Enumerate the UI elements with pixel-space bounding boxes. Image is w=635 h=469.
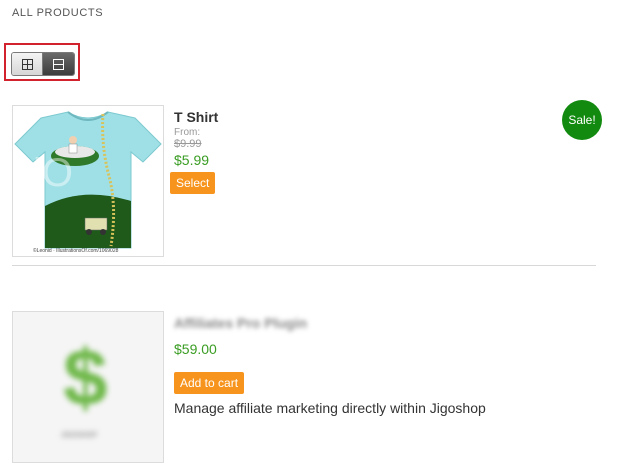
product-divider <box>12 265 596 266</box>
list-view-icon <box>53 58 64 70</box>
svg-text:iO: iO <box>33 151 73 195</box>
dollar-sign-icon: $ <box>63 333 108 422</box>
grid-view-button[interactable] <box>12 53 43 75</box>
view-toggle <box>11 52 75 76</box>
old-price: $9.99 <box>174 138 202 150</box>
product-title[interactable]: Affiliates Pro Plugin <box>174 315 307 331</box>
from-label: From: <box>174 127 201 138</box>
plugin-product-image[interactable]: $ JIGOSHOP <box>12 311 164 463</box>
select-button[interactable]: Select <box>170 172 216 194</box>
add-to-cart-button[interactable]: Add to cart <box>174 372 245 394</box>
product-price: $59.00 <box>174 341 217 357</box>
product-description: Manage affiliate marketing directly with… <box>174 400 486 416</box>
grid-view-icon <box>21 58 33 70</box>
tshirt-image-caption: ©Leonid · IllustrationsOf.com/1069028 <box>33 248 119 254</box>
section-title: ALL PRODUCTS <box>12 7 104 19</box>
list-view-button[interactable] <box>43 53 74 75</box>
product-price: $5.99 <box>174 152 210 168</box>
plugin-image-caption: JIGOSHOP <box>61 432 98 439</box>
sale-badge: Sale! <box>562 100 602 140</box>
product-title[interactable]: T Shirt <box>174 109 218 125</box>
tshirt-product-image[interactable]: iO ©Leonid · IllustrationsOf.com/1069028 <box>12 105 164 257</box>
